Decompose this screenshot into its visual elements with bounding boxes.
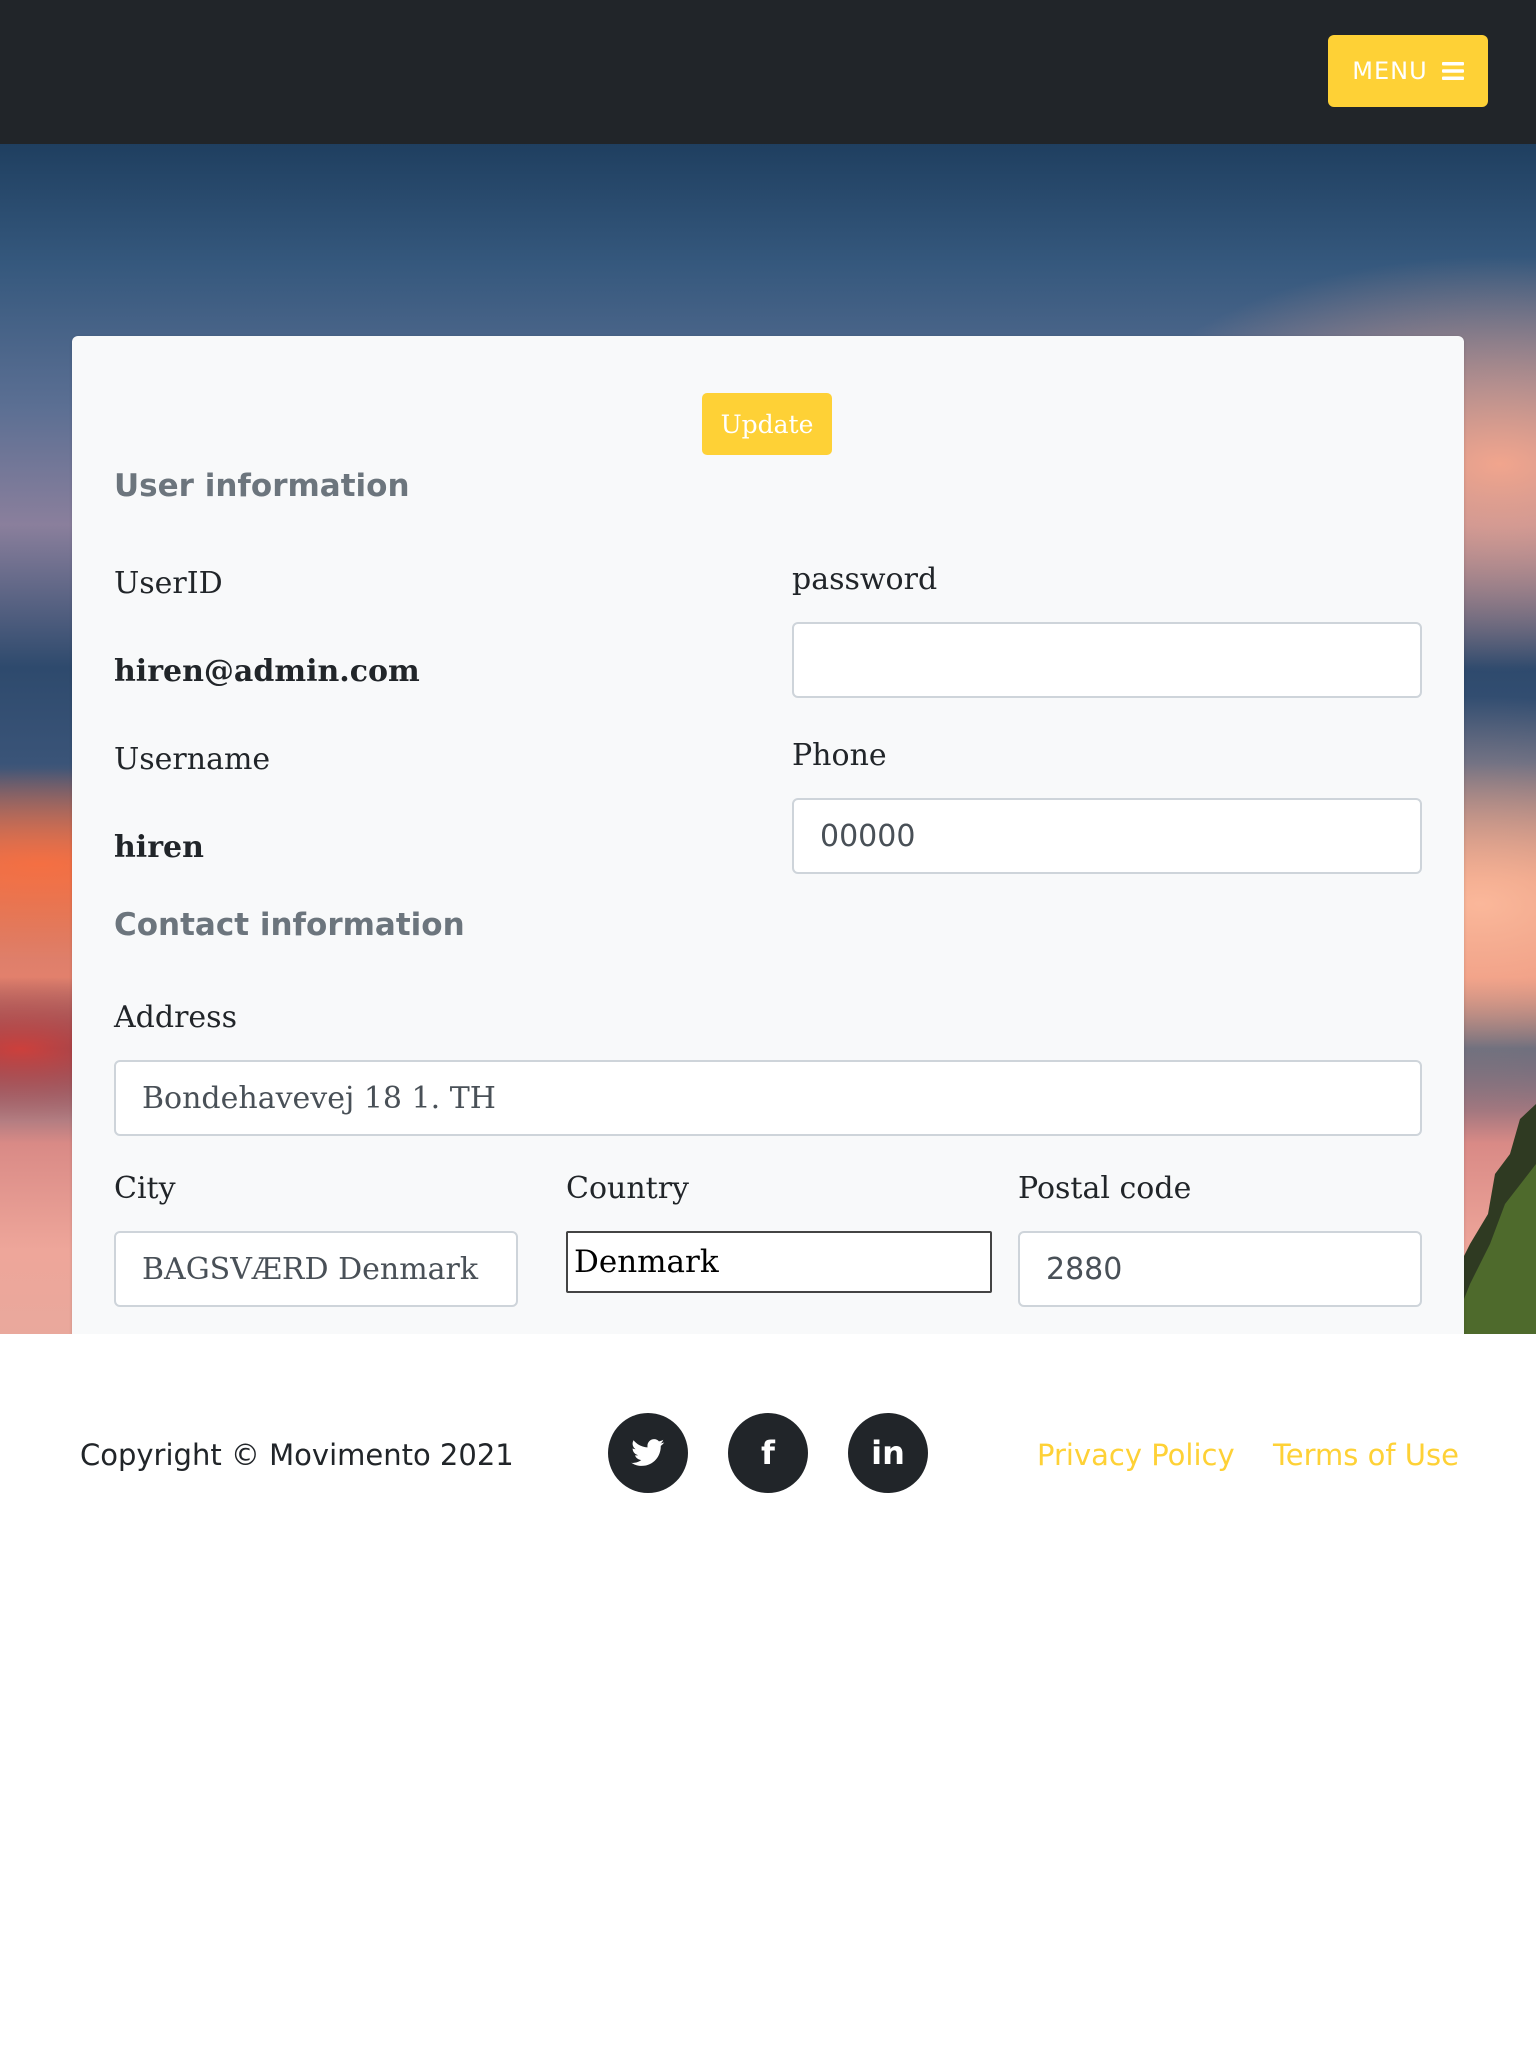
city-field[interactable] bbox=[114, 1231, 518, 1307]
profile-form-card: Update User information UserID hiren@adm… bbox=[72, 336, 1464, 1334]
phone-label: Phone bbox=[792, 738, 887, 773]
postal-code-field[interactable] bbox=[1018, 1231, 1422, 1307]
twitter-icon bbox=[631, 1439, 665, 1466]
menu-label: MENU bbox=[1352, 57, 1428, 85]
top-navbar: MENU bbox=[0, 0, 1536, 144]
address-field[interactable] bbox=[114, 1060, 1422, 1136]
userid-label: UserID bbox=[114, 566, 223, 601]
contact-information-heading: Contact information bbox=[114, 907, 465, 943]
phone-field[interactable] bbox=[792, 798, 1422, 874]
country-selected-value: Denmark bbox=[574, 1244, 719, 1280]
privacy-policy-link[interactable]: Privacy Policy bbox=[1037, 1438, 1235, 1472]
country-label: Country bbox=[566, 1171, 690, 1206]
update-button[interactable]: Update bbox=[702, 393, 832, 455]
username-label: Username bbox=[114, 742, 271, 777]
username-value: hiren bbox=[114, 830, 204, 865]
user-information-heading: User information bbox=[114, 468, 410, 504]
postal-code-label: Postal code bbox=[1018, 1171, 1192, 1206]
hero-background: Update User information UserID hiren@adm… bbox=[0, 144, 1536, 1334]
twitter-button[interactable] bbox=[608, 1413, 688, 1493]
facebook-icon: f bbox=[761, 1434, 775, 1472]
facebook-button[interactable]: f bbox=[728, 1413, 808, 1493]
footer: Copyright © Movimento 2021 f in Privacy … bbox=[0, 1334, 1536, 2048]
password-label: password bbox=[792, 562, 938, 597]
linkedin-button[interactable]: in bbox=[848, 1413, 928, 1493]
linkedin-icon: in bbox=[871, 1434, 905, 1472]
city-label: City bbox=[114, 1171, 176, 1206]
password-field[interactable] bbox=[792, 622, 1422, 698]
terms-of-use-link[interactable]: Terms of Use bbox=[1273, 1438, 1459, 1472]
copyright-text: Copyright © Movimento 2021 bbox=[80, 1438, 514, 1472]
menu-button[interactable]: MENU bbox=[1328, 35, 1488, 107]
hamburger-icon bbox=[1441, 62, 1464, 80]
address-label: Address bbox=[114, 1000, 237, 1035]
country-select[interactable]: Denmark bbox=[566, 1231, 992, 1293]
userid-value: hiren@admin.com bbox=[114, 654, 420, 689]
